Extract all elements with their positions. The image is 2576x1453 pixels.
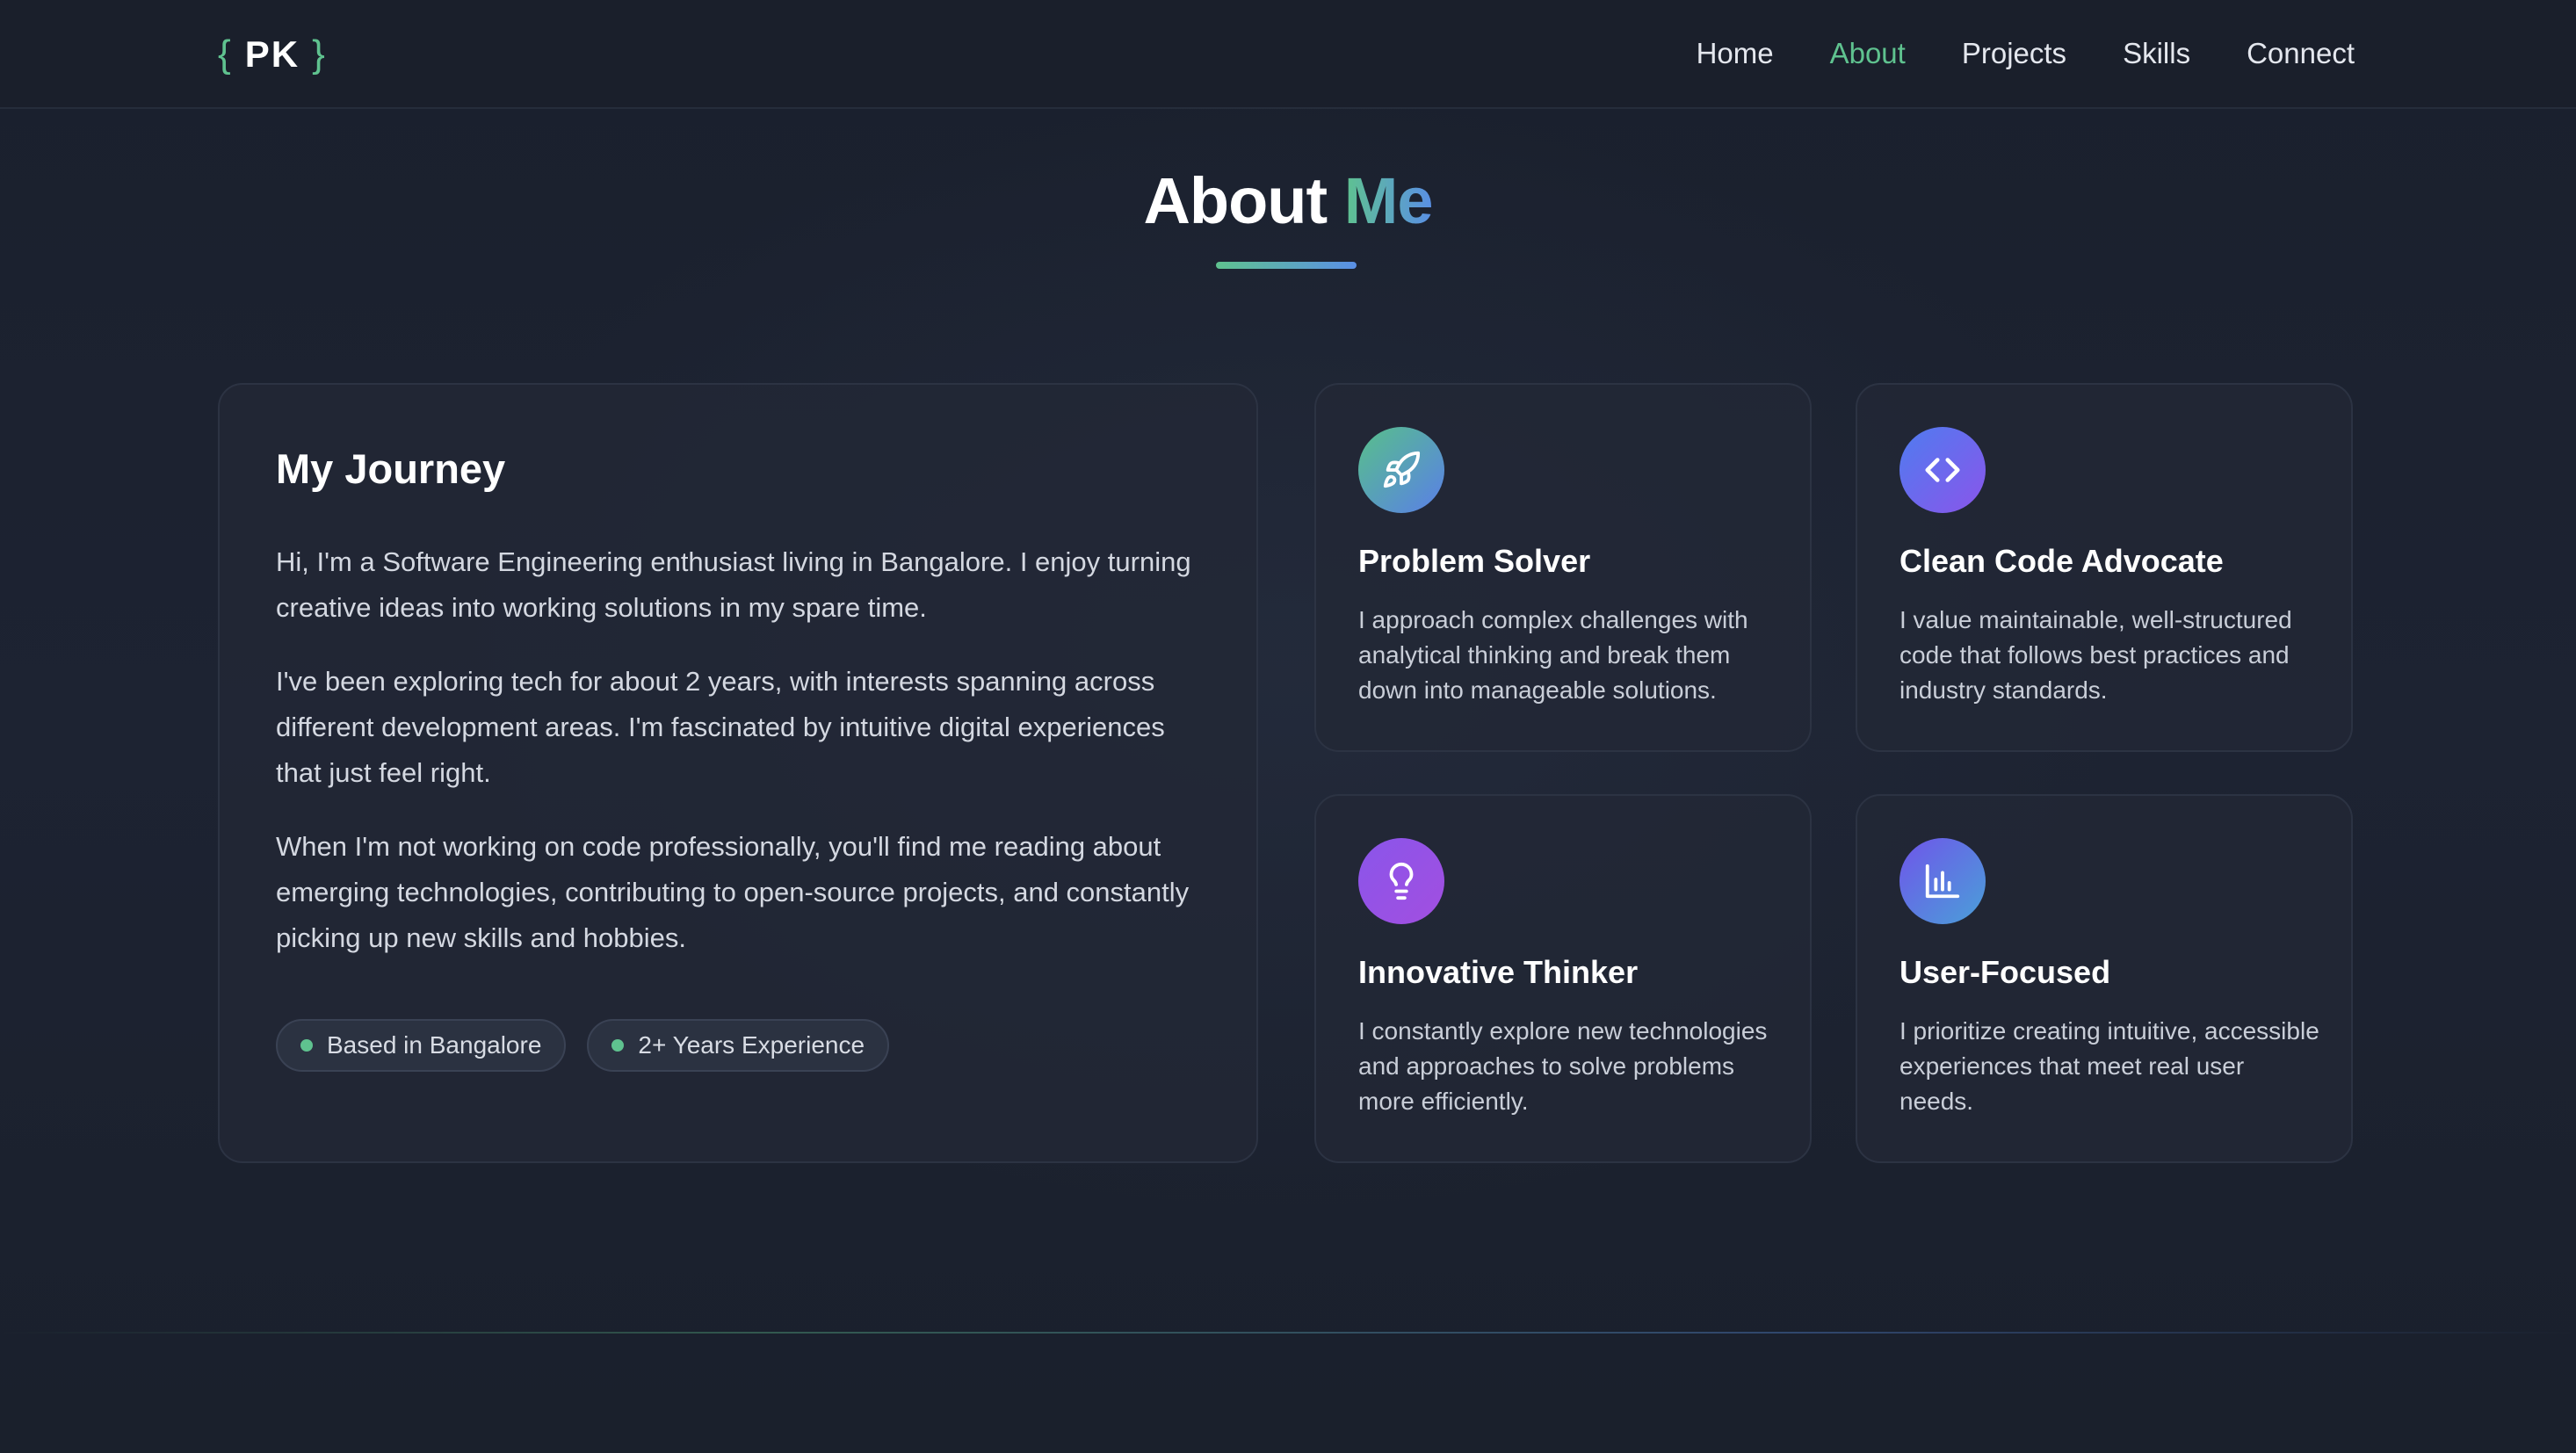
section-divider [0, 1332, 2576, 1334]
status-dot-icon [300, 1039, 313, 1052]
feature-card-problem-solver: Problem Solver I approach complex challe… [1314, 383, 1812, 752]
location-badge: Based in Bangalore [276, 1019, 567, 1072]
nav-link-projects[interactable]: Projects [1962, 37, 2066, 70]
journey-paragraph: I've been exploring tech for about 2 yea… [276, 666, 1165, 788]
section-title-part2: Me [1343, 164, 1434, 237]
logo-open-brace: { [218, 33, 233, 76]
badge-label: 2+ Years Experience [638, 1031, 865, 1059]
nav-link-skills[interactable]: Skills [2123, 37, 2190, 70]
nav-link-about[interactable]: About [1830, 37, 1906, 70]
bar-chart-icon [1899, 838, 1986, 924]
nav-link-home[interactable]: Home [1697, 37, 1774, 70]
code-icon [1899, 427, 1986, 513]
feature-description: I approach complex challenges with analy… [1358, 606, 1748, 704]
journey-paragraph: When I'm not working on code professiona… [276, 831, 1190, 953]
journey-paragraph: Hi, I'm a Software Engineering enthusias… [276, 546, 1191, 623]
page: { PK } Home About Projects Skills Connec… [0, 0, 2576, 1453]
feature-description: I constantly explore new technologies an… [1358, 1017, 1768, 1115]
journey-card: My Journey Hi, I'm a Software Engineerin… [218, 383, 1258, 1163]
logo[interactable]: { PK } [218, 30, 327, 79]
journey-paragraphs: Hi, I'm a Software Engineering enthusias… [276, 539, 1207, 989]
logo-initials: PK [244, 33, 300, 75]
feature-title: Problem Solver [1358, 543, 1591, 579]
journey-heading: My Journey [276, 445, 506, 492]
rocket-icon [1358, 427, 1444, 513]
feature-card-clean-code: Clean Code Advocate I value maintainable… [1856, 383, 2353, 752]
feature-description: I prioritize creating intuitive, accessi… [1899, 1017, 2319, 1115]
feature-card-innovative-thinker: Innovative Thinker I constantly explore … [1314, 794, 1812, 1163]
badge-label: Based in Bangalore [327, 1031, 542, 1059]
title-underline [1216, 262, 1357, 269]
feature-title: User-Focused [1899, 954, 2111, 990]
section-title: About Me [0, 163, 2576, 238]
journey-badges: Based in Bangalore 2+ Years Experience [276, 1019, 890, 1072]
lightbulb-icon [1358, 838, 1444, 924]
nav-links: Home About Projects Skills Connect [1697, 32, 2355, 76]
top-nav: { PK } Home About Projects Skills Connec… [0, 0, 2576, 109]
experience-badge: 2+ Years Experience [587, 1019, 890, 1072]
feature-description: I value maintainable, well-structured co… [1899, 606, 2292, 704]
feature-card-user-focused: User-Focused I prioritize creating intui… [1856, 794, 2353, 1163]
feature-title: Innovative Thinker [1358, 954, 1639, 990]
logo-close-brace: } [312, 33, 327, 76]
feature-title: Clean Code Advocate [1899, 543, 2224, 579]
section-title-part1: About [1143, 164, 1328, 237]
nav-link-connect[interactable]: Connect [2247, 37, 2355, 70]
status-dot-icon [611, 1039, 625, 1052]
